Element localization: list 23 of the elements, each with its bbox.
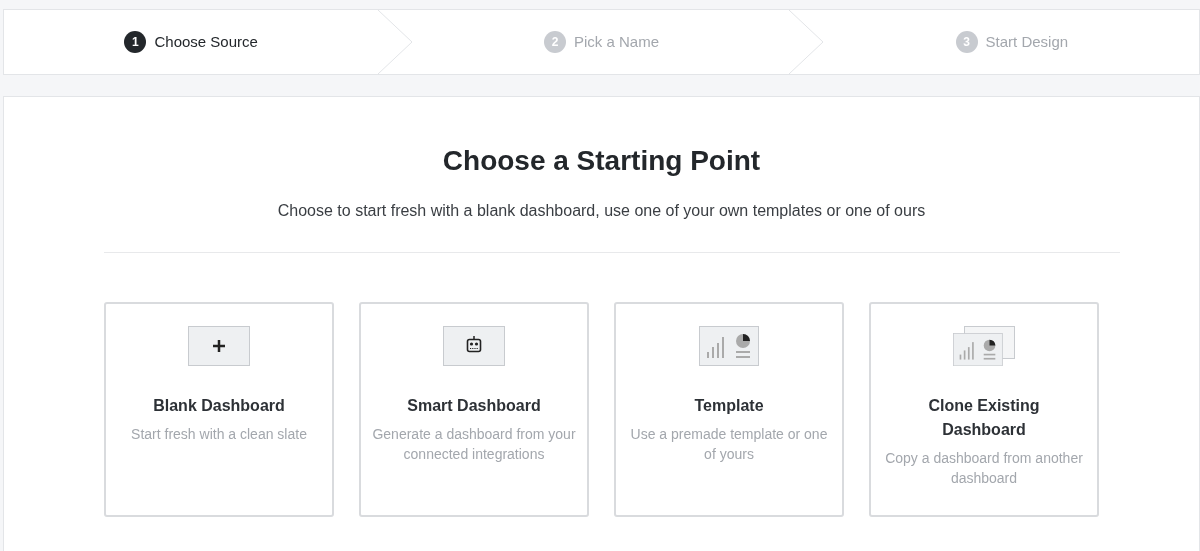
option-title: Template [693,396,765,416]
option-description: Copy a dashboard from another dashboard [884,449,1084,488]
option-title: Clone Existing Dashboard [927,396,1041,440]
option-card[interactable]: Smart Dashboard Generate a dashboard from your connected integrations [359,302,589,517]
chart-icon [698,326,760,366]
option-card[interactable]: Blank Dashboard Start fresh with a clean slate [104,302,334,517]
wizard-step[interactable]: 1 Choose Source [4,10,379,74]
step-label: Choose Source [154,31,258,52]
option-card[interactable]: Clone Existing Dashboard Copy a dashboard from another dashboard [869,302,1099,517]
step-label: Start Design [985,31,1069,52]
option-card[interactable]: Template Use a premade template or one of yours [614,302,844,517]
copy-icon [953,326,1015,366]
page-subheading: Choose to start fresh with a blank dashboard, use one of your own templates or one of ours [276,201,927,221]
option-title: Blank Dashboard [152,396,286,416]
step-number: 1 [124,31,147,53]
robot-icon [443,326,505,366]
option-description: Generate a dashboard from your connected integrations [371,425,577,464]
option-title: Smart Dashboard [406,396,542,416]
page-heading: Choose a Starting Point [441,144,762,178]
option-description: Start fresh with a clean slate [131,425,307,444]
option-description: Use a premade template or one of yours [629,425,829,464]
plus-icon [188,326,250,366]
step-label: Pick a Name [573,31,659,52]
